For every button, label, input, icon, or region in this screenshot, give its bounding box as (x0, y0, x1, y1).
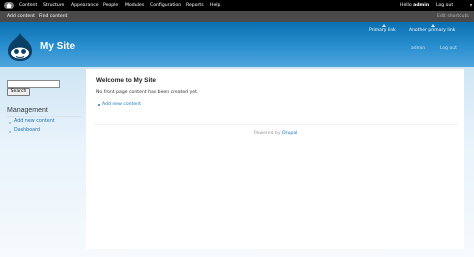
list-bullet-icon (98, 104, 100, 106)
shortcut-find-content[interactable]: Find content (39, 11, 67, 22)
toolbar-item-modules[interactable]: Modules (125, 0, 144, 11)
block-divider (7, 116, 82, 117)
primary-link-1[interactable]: Primary link (369, 28, 396, 33)
sidebar-item-add-new-content[interactable]: Add new content (14, 119, 55, 124)
toolbar-greeting-prefix: Hello (400, 3, 412, 8)
drupal-logo-icon[interactable] (7, 32, 33, 62)
toolbar-item-reports[interactable]: Reports (186, 0, 204, 11)
sidebar-item-dashboard[interactable]: Dashboard (14, 128, 40, 133)
home-icon[interactable] (4, 2, 14, 9)
primary-link-2[interactable]: Another primary link (409, 28, 455, 33)
management-block-title: Management (7, 107, 48, 114)
shortcut-bar: Add content Find content Edit shortcuts (0, 11, 474, 22)
toolbar-username[interactable]: admin (413, 3, 429, 8)
add-new-content-link[interactable]: Add new content (102, 102, 141, 107)
toolbar-greeting: Hello admin (400, 0, 429, 11)
drupal-link[interactable]: Drupal (282, 131, 297, 136)
toolbar-item-configuration[interactable]: Configuration (150, 0, 181, 11)
admin-toolbar: Content Structure Appearance People Modu… (0, 0, 474, 11)
primary-link-indicator (382, 24, 386, 27)
page-title: Welcome to My Site (96, 77, 156, 84)
toolbar-item-help[interactable]: Help (210, 0, 220, 11)
menu-bullet-icon (9, 122, 11, 124)
main-content (86, 69, 464, 249)
content-divider (94, 124, 458, 125)
toolbar-item-structure[interactable]: Structure (43, 0, 64, 11)
toolbar-item-appearance[interactable]: Appearance (71, 0, 99, 11)
toolbar-toggle-icon[interactable] (470, 4, 472, 7)
footer: Powered by Drupal (254, 131, 297, 136)
secondary-link-logout[interactable]: Log out (440, 46, 457, 51)
menu-bullet-icon (9, 131, 11, 133)
secondary-link-admin[interactable]: admin (411, 46, 425, 51)
toolbar-item-people[interactable]: People (103, 0, 118, 11)
footer-powered-by: Powered by (254, 131, 281, 136)
shortcut-add-content[interactable]: Add content (7, 11, 35, 22)
empty-front-page-message: No front page content has been created y… (96, 90, 199, 95)
toolbar-logout[interactable]: Log out (436, 0, 453, 11)
toolbar-item-content[interactable]: Content (19, 0, 37, 11)
search-input[interactable] (7, 80, 60, 88)
site-name[interactable]: My Site (40, 41, 75, 53)
search-button[interactable]: Search (7, 88, 30, 96)
primary-link-indicator (431, 24, 435, 27)
edit-shortcuts-link[interactable]: Edit shortcuts (437, 11, 469, 22)
